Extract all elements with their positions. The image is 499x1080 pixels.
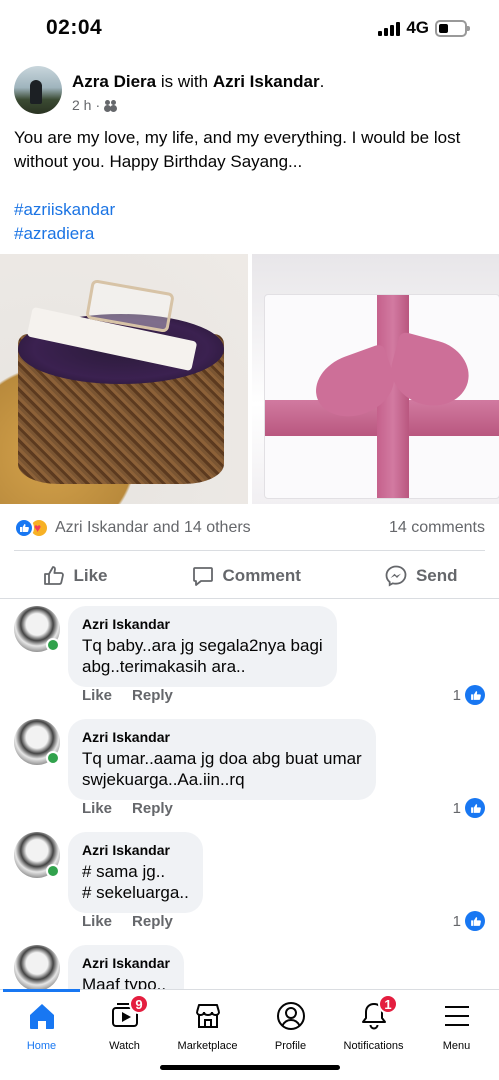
divider	[0, 598, 499, 599]
home-indicator	[160, 1065, 340, 1070]
post-photos	[0, 254, 499, 504]
online-indicator	[46, 864, 60, 878]
post-text: You are my love, my life, and my everyth…	[14, 128, 461, 171]
author-line: Azra Diera is with Azri Iskandar.	[72, 72, 325, 91]
reactions-left[interactable]: Azri Iskandar and 14 others	[14, 518, 251, 538]
like-icon	[465, 685, 485, 705]
cake-photo[interactable]	[0, 254, 248, 504]
active-tab-indicator	[3, 989, 80, 992]
comment-item: Azri Iskandar Tq baby..ara jg segala2nya…	[14, 606, 485, 716]
commenter-name[interactable]: Azri Iskandar	[82, 841, 189, 859]
online-indicator	[46, 638, 60, 652]
bottom-tab-bar: Home 9 Watch Marketplace Profile 1 Notif…	[0, 989, 499, 1080]
comment-text-line: abg..terimakasih ara..	[82, 657, 246, 676]
comment-text-line: # sama jg..	[82, 862, 166, 881]
commenter-name[interactable]: Azri Iskandar	[82, 615, 323, 633]
post-meta: 2 h ·	[72, 97, 324, 113]
author-name[interactable]: Azra Diera	[72, 72, 156, 91]
like-icon	[43, 566, 64, 585]
comments-count[interactable]: 14 comments	[389, 519, 485, 537]
like-icon	[465, 798, 485, 818]
comment-text-line: swjekuarga..Aa.iin..rq	[82, 770, 245, 789]
post-actions: Like Comment Send	[0, 556, 499, 596]
reactions-text: Azri Iskandar and 14 others	[55, 519, 251, 536]
hashtag-list: #azriiskandar #azradiera	[14, 198, 485, 246]
post-body: You are my love, my life, and my everyth…	[14, 126, 485, 246]
comment-like-count[interactable]: 1	[453, 911, 485, 931]
commenter-avatar[interactable]	[14, 945, 60, 989]
comment-like-button[interactable]: Like	[82, 800, 112, 817]
comment-reply-button[interactable]: Reply	[132, 913, 173, 930]
comment-reply-button[interactable]: Reply	[132, 800, 173, 817]
comment-item: Azri Iskandar Tq umar..aama jg doa abg b…	[14, 719, 485, 829]
comment-like-count[interactable]: 1	[453, 798, 485, 818]
post-time[interactable]: 2 h	[72, 97, 91, 113]
watch-badge: 9	[129, 994, 149, 1014]
comment-icon	[192, 567, 213, 586]
notifications-badge: 1	[378, 994, 398, 1014]
status-indicators: 4G	[378, 18, 470, 38]
commenter-name[interactable]: Azri Iskandar	[82, 954, 170, 972]
comment-actions: Like Reply	[82, 687, 173, 704]
post-header: Azra Diera is with Azri Iskandar. 2 h ·	[14, 66, 485, 122]
hashtag-link[interactable]: #azradiera	[14, 222, 485, 246]
post-header-text: Azra Diera is with Azri Iskandar. 2 h ·	[72, 66, 324, 122]
comment-button[interactable]: Comment	[191, 564, 301, 588]
commenter-name[interactable]: Azri Iskandar	[82, 728, 362, 746]
tagged-name[interactable]: Azri Iskandar	[213, 72, 320, 91]
like-button[interactable]: Like	[42, 564, 108, 588]
reaction-icons	[14, 518, 49, 538]
like-reaction-icon	[14, 518, 34, 538]
with-text: is with	[160, 72, 209, 91]
comment-text-line: Tq umar..aama jg doa abg buat umar	[82, 749, 362, 768]
comment-text-line: Maaf typo..	[82, 975, 167, 989]
divider	[14, 550, 485, 551]
marketplace-icon	[195, 1004, 220, 1028]
comment-bubble[interactable]: Azri Iskandar Tq umar..aama jg doa abg b…	[68, 719, 376, 800]
hashtag-link[interactable]: #azriiskandar	[14, 198, 485, 222]
comment-bubble[interactable]: Azri Iskandar Tq baby..ara jg segala2nya…	[68, 606, 337, 687]
menu-icon	[444, 1006, 469, 1026]
reactions-summary: Azri Iskandar and 14 others 14 comments	[14, 514, 485, 542]
online-indicator	[46, 751, 60, 765]
tab-home[interactable]: Home	[0, 1000, 83, 1052]
tab-marketplace[interactable]: Marketplace	[166, 1000, 249, 1052]
comment-text-line: # sekeluarga..	[82, 883, 189, 902]
comment-reply-button[interactable]: Reply	[132, 687, 173, 704]
comment-actions: Like Reply	[82, 800, 173, 817]
comment-item: Azri Iskandar Maaf typo..	[14, 945, 485, 989]
comment-like-count[interactable]: 1	[453, 685, 485, 705]
author-avatar[interactable]	[14, 66, 62, 114]
comment-bubble[interactable]: Azri Iskandar # sama jg.. # sekeluarga..	[68, 832, 203, 913]
friends-icon	[104, 99, 118, 111]
like-icon	[465, 911, 485, 931]
tab-notifications[interactable]: 1 Notifications	[332, 994, 415, 1052]
comment-text-line: Tq baby..ara jg segala2nya bagi	[82, 636, 323, 655]
home-icon	[29, 1004, 54, 1029]
comment-actions: Like Reply	[82, 913, 173, 930]
messenger-icon	[385, 565, 407, 587]
network-type: 4G	[406, 18, 429, 37]
status-bar: 02:04 4G	[0, 0, 499, 56]
profile-icon	[276, 1002, 305, 1030]
comment-bubble[interactable]: Azri Iskandar Maaf typo..	[68, 945, 184, 989]
comment-like-button[interactable]: Like	[82, 913, 112, 930]
comment-like-button[interactable]: Like	[82, 687, 112, 704]
send-button[interactable]: Send	[384, 564, 458, 588]
status-time: 02:04	[46, 16, 103, 39]
comment-item: Azri Iskandar # sama jg.. # sekeluarga..…	[14, 832, 485, 942]
tab-watch[interactable]: 9 Watch	[83, 994, 166, 1052]
tab-menu[interactable]: Menu	[415, 1000, 498, 1052]
gift-photo[interactable]	[251, 254, 499, 504]
signal-icon	[378, 20, 401, 36]
battery-icon	[435, 19, 470, 37]
tab-profile[interactable]: Profile	[249, 1000, 332, 1052]
